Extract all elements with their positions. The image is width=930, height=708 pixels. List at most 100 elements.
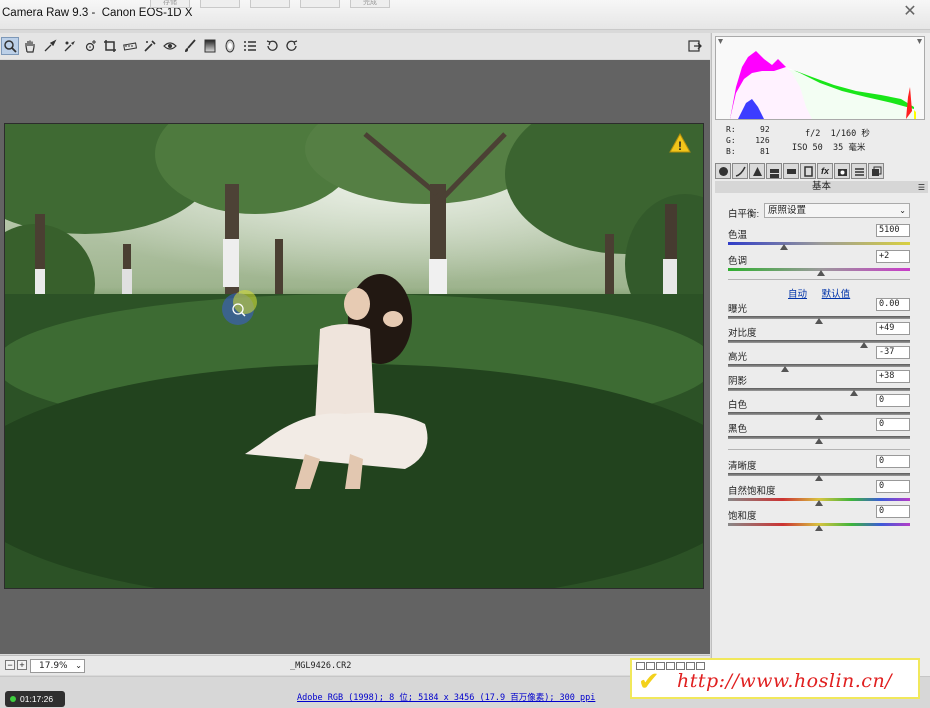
slider-label: 色温 <box>728 230 748 241</box>
rotate-left-icon[interactable] <box>263 37 281 55</box>
slider-thumb[interactable] <box>859 342 868 348</box>
slider-value-field[interactable]: 0.00 <box>876 298 910 311</box>
tab-split-toning-icon[interactable] <box>783 163 799 179</box>
ghost-button-2[interactable] <box>200 0 240 8</box>
default-link[interactable]: 默认值 <box>822 289 851 300</box>
zoom-in-button[interactable]: + <box>17 660 27 670</box>
slider-label: 清晰度 <box>728 461 757 472</box>
hand-tool-icon[interactable] <box>21 37 39 55</box>
tab-basic-icon[interactable] <box>715 163 731 179</box>
white-balance-select[interactable]: 原照设置 ⌄ <box>764 203 910 218</box>
b-value: 81 <box>760 147 770 156</box>
graduated-filter-tool-icon[interactable] <box>201 37 219 55</box>
slider-value-field[interactable]: 0 <box>876 480 910 493</box>
photo-image <box>5 124 703 588</box>
fullscreen-toggle-icon[interactable] <box>686 37 704 55</box>
slider-thumb[interactable] <box>815 318 823 324</box>
tab-hsl-icon[interactable] <box>766 163 782 179</box>
slider-temperature: 色温 5100 <box>728 224 910 251</box>
photo-preview[interactable] <box>4 123 704 589</box>
slider-thumb[interactable] <box>849 390 858 396</box>
slider-value-field[interactable]: 5100 <box>876 224 910 237</box>
slider-value-field[interactable]: +49 <box>876 322 910 335</box>
slider-thumb[interactable] <box>781 366 790 372</box>
tab-presets-icon[interactable] <box>851 163 867 179</box>
tab-effects-icon[interactable]: fx <box>817 163 833 179</box>
file-name: _MGL9426.CR2 <box>290 661 352 671</box>
white-balance-label: 白平衡: <box>728 209 760 220</box>
slider-value-field[interactable]: 0 <box>876 505 910 518</box>
workflow-options-link[interactable]: Adobe RGB (1998); 8 位; 5184 x 3456 (17.9… <box>297 691 595 703</box>
slider-thumb[interactable] <box>815 438 823 444</box>
tab-snapshots-icon[interactable] <box>868 163 884 179</box>
chevron-down-icon: ⌄ <box>75 661 82 670</box>
rotate-right-icon[interactable] <box>283 37 301 55</box>
slider-track[interactable] <box>728 242 910 245</box>
radial-filter-tool-icon[interactable] <box>221 37 239 55</box>
slider-value-field[interactable]: 0 <box>876 394 910 407</box>
slider-thumb[interactable] <box>780 244 789 250</box>
panel-menu-icon[interactable]: ☰ <box>918 182 925 194</box>
slider-thumb[interactable] <box>815 414 823 420</box>
zoom-level-select[interactable]: 17.9% ⌄ <box>30 659 85 673</box>
ghost-button-4[interactable] <box>300 0 340 8</box>
warning-icon[interactable]: ! <box>669 132 691 156</box>
r-value: 92 <box>760 125 770 134</box>
targeted-adjustment-tool-icon[interactable] <box>81 37 99 55</box>
slider-thumb[interactable] <box>815 525 823 531</box>
preview-canvas[interactable]: ! <box>0 60 710 654</box>
slider-saturation: 饱和度 0 <box>728 505 910 532</box>
slider-thumb[interactable] <box>815 500 823 506</box>
slider-value-field[interactable]: +2 <box>876 250 910 263</box>
tab-tone-curve-icon[interactable] <box>732 163 748 179</box>
section-title-basic: 基本 ☰ <box>715 181 928 193</box>
focal-length: 35 毫米 <box>832 143 866 153</box>
close-icon[interactable]: ✕ <box>890 0 930 26</box>
adjustments-panel: R: 92 G: 126 B: 81 f/2 1/160 秒 ISO 50 35 毫米… <box>711 33 930 676</box>
straighten-tool-icon[interactable] <box>121 37 139 55</box>
zoom-out-button[interactable]: − <box>5 660 15 670</box>
slider-track[interactable] <box>728 340 910 343</box>
zoom-level-value: 17.9% <box>39 661 68 671</box>
color-sampler-tool-icon[interactable] <box>61 37 79 55</box>
slider-value-field[interactable]: +38 <box>876 370 910 383</box>
auto-default-links: 自动 默认值 <box>788 286 862 300</box>
checkmark-icon: ✔ <box>638 666 660 696</box>
tab-detail-icon[interactable] <box>749 163 765 179</box>
rgb-readout: R: 92 G: 126 B: 81 <box>726 124 770 157</box>
white-balance-tool-icon[interactable] <box>41 37 59 55</box>
histogram <box>715 36 925 120</box>
slider-value-field[interactable]: 0 <box>876 418 910 431</box>
slider-track[interactable] <box>728 364 910 367</box>
white-balance-value: 原照设置 <box>768 205 807 216</box>
spot-removal-tool-icon[interactable] <box>141 37 159 55</box>
zoom-tool-icon[interactable] <box>1 37 19 55</box>
auto-link[interactable]: 自动 <box>788 289 807 300</box>
section-title-text: 基本 <box>811 181 831 192</box>
slider-label: 曝光 <box>728 304 748 315</box>
window-title: Camera Raw 9.3 - Canon EOS-1D X <box>2 7 193 19</box>
slider-thumb[interactable] <box>816 270 825 276</box>
slider-tint: 色调 +2 <box>728 250 910 277</box>
slider-track[interactable] <box>728 388 910 391</box>
save-button-ghost[interactable]: 存储 <box>150 0 190 8</box>
tab-camera-calibration-icon[interactable] <box>834 163 850 179</box>
red-eye-removal-tool-icon[interactable] <box>161 37 179 55</box>
crop-tool-icon[interactable] <box>101 37 119 55</box>
tab-lens-corrections-icon[interactable] <box>800 163 816 179</box>
adjustment-brush-tool-icon[interactable] <box>181 37 199 55</box>
slider-label: 白色 <box>728 400 748 411</box>
slider-label: 黑色 <box>728 424 748 435</box>
done-button-ghost[interactable]: 完成 <box>350 0 390 8</box>
slider-value-field[interactable]: -37 <box>876 346 910 359</box>
slider-thumb[interactable] <box>815 475 823 481</box>
shutter-speed: 1/160 秒 <box>830 129 870 139</box>
slider-value-field[interactable]: 0 <box>876 455 910 468</box>
record-dot-icon <box>10 696 16 702</box>
chevron-down-icon: ⌄ <box>899 206 906 215</box>
preferences-icon[interactable] <box>241 37 259 55</box>
slider-label: 饱和度 <box>728 511 757 522</box>
panel-tabs: fx <box>715 163 928 180</box>
r-label: R: <box>726 125 736 134</box>
ghost-button-3[interactable] <box>250 0 290 8</box>
